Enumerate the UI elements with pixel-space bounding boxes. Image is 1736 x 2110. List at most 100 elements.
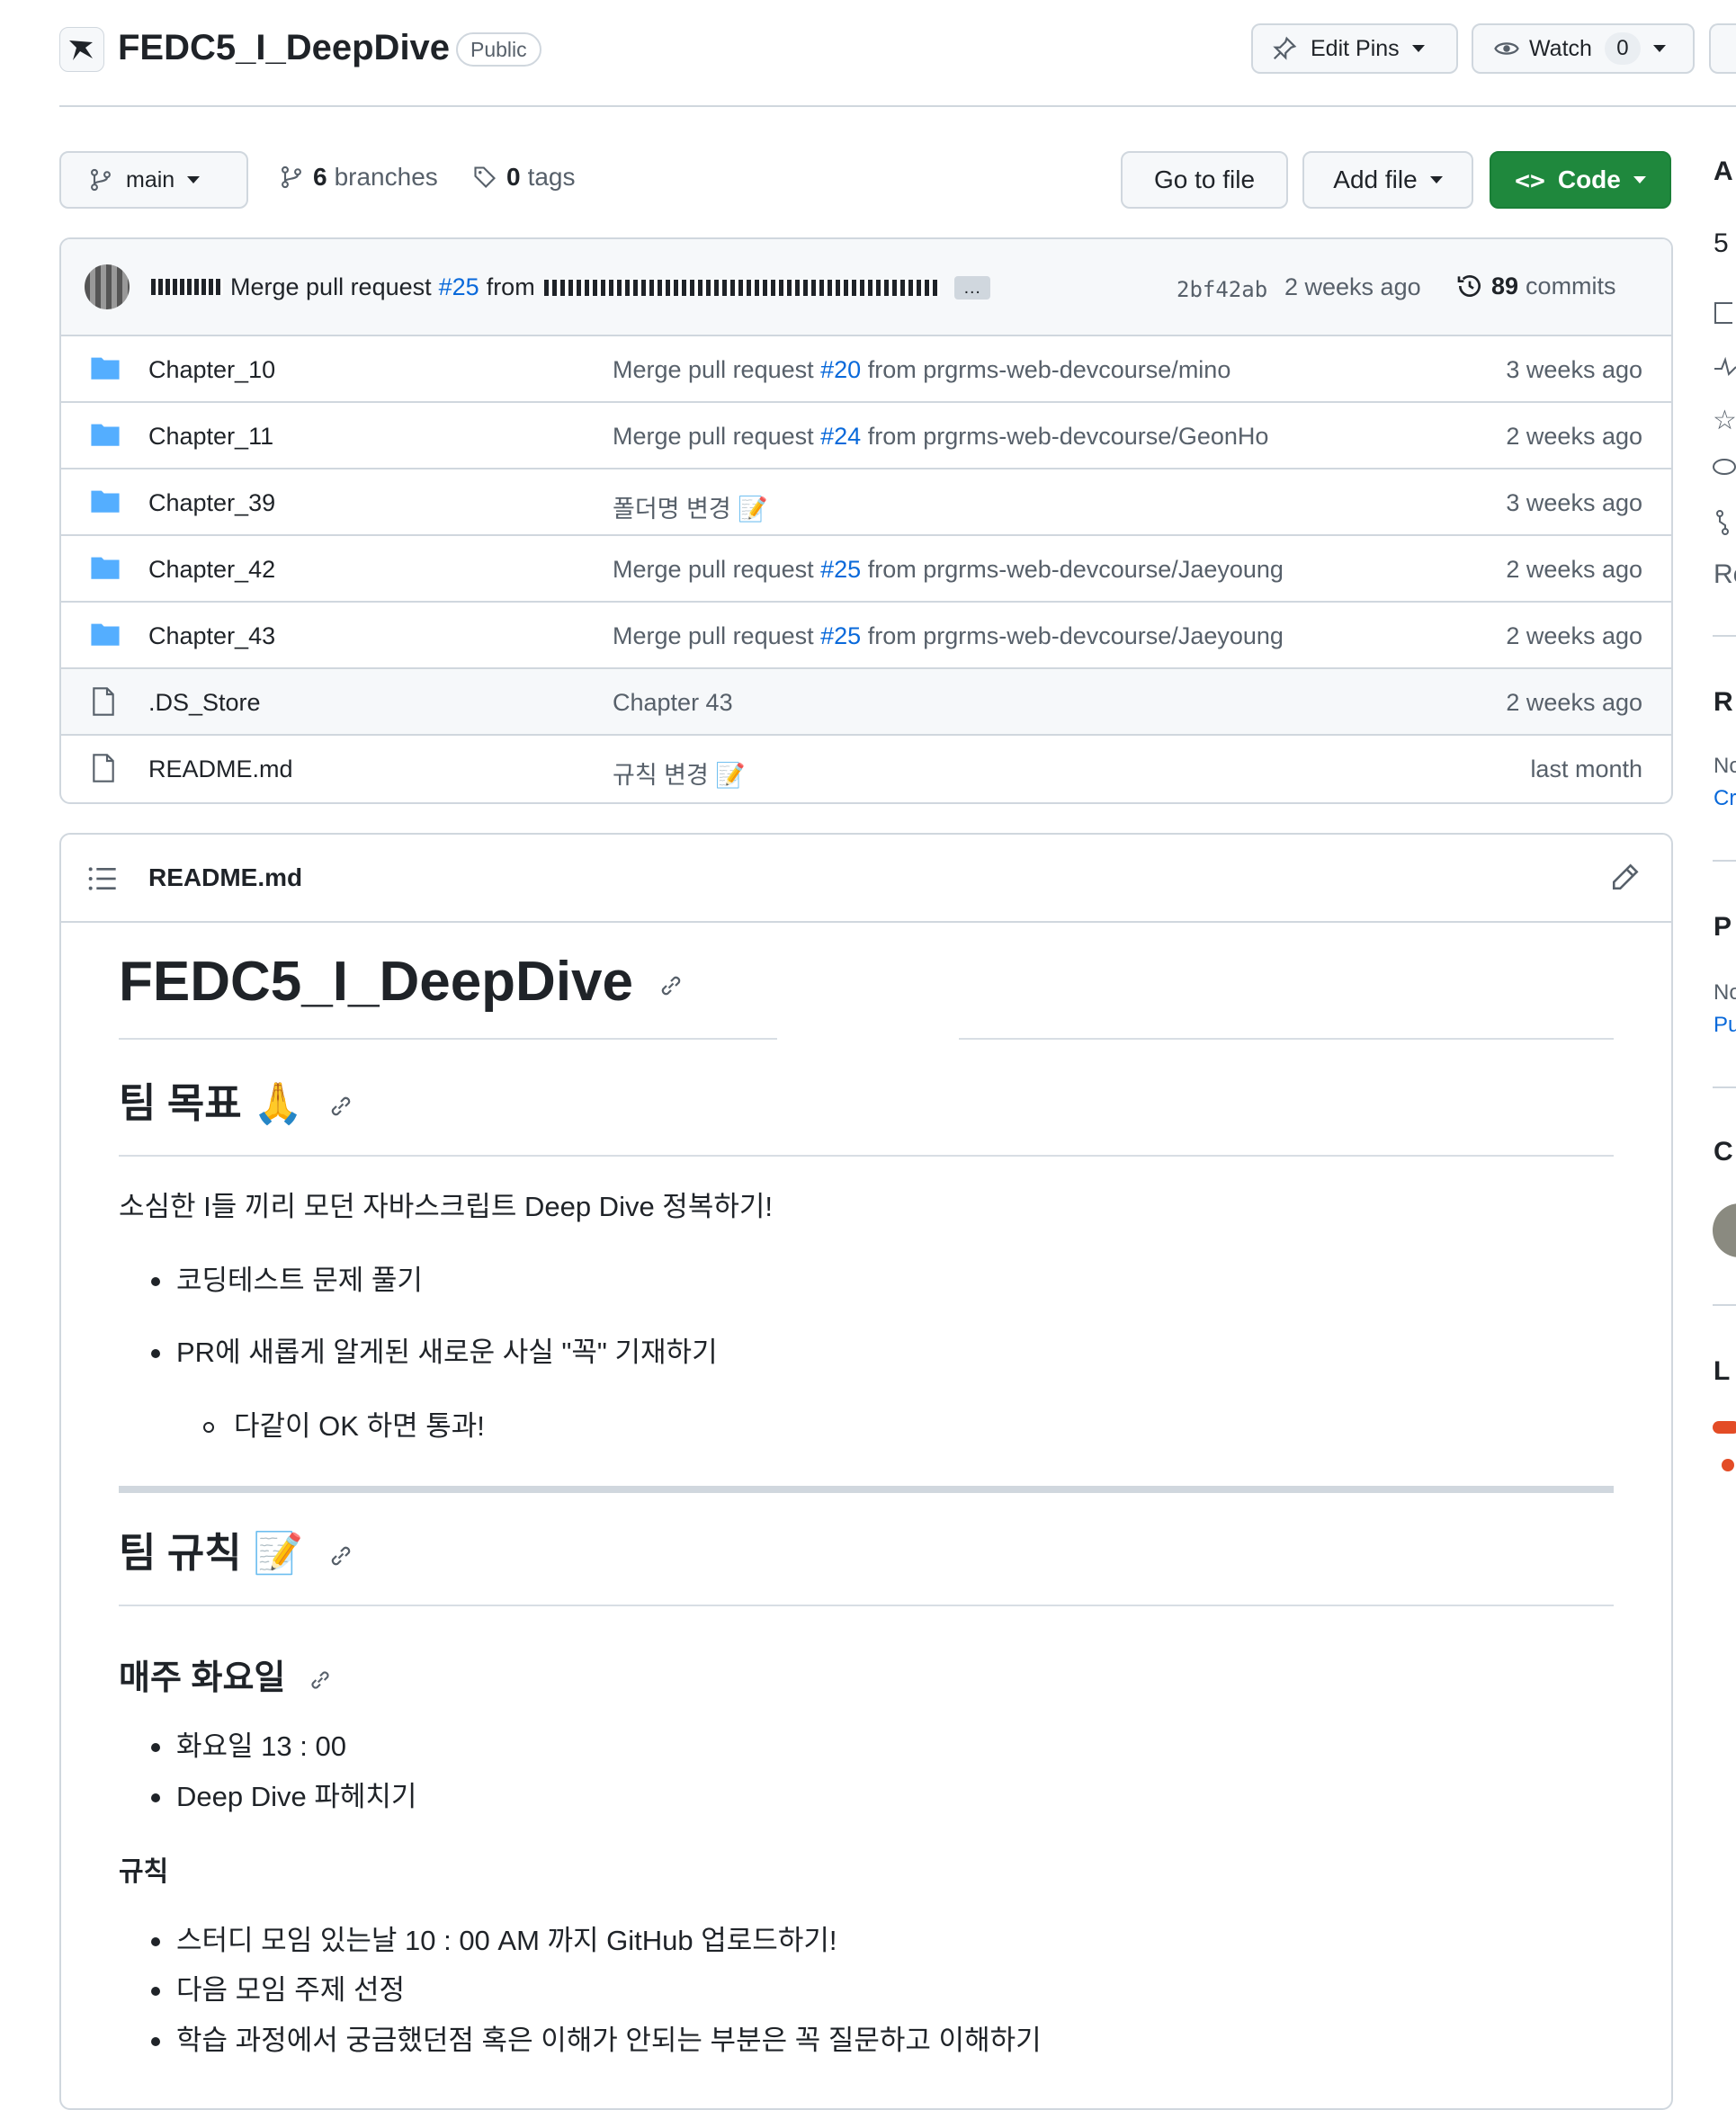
- file-row[interactable]: Chapter_39 폴더명 변경 📝 3 weeks ago: [61, 469, 1671, 536]
- tags-link[interactable]: 0 tags: [472, 163, 576, 192]
- eye-icon: [1494, 42, 1519, 55]
- anchor-link-icon[interactable]: [327, 1542, 354, 1569]
- rules-heading-text: 팀 규칙 📝: [119, 1530, 304, 1576]
- fork-icon: [1714, 509, 1736, 536]
- bullet: [151, 1277, 160, 1286]
- report-link-partial[interactable]: Re: [1714, 559, 1736, 590]
- commit-message-text: 폴더명 변경 📝: [613, 496, 768, 523]
- folder-icon: [91, 357, 120, 380]
- activity-icon: [1714, 356, 1736, 378]
- no-packages-text: No: [1714, 980, 1736, 1005]
- file-name[interactable]: Chapter_42: [148, 556, 275, 584]
- file-name[interactable]: Chapter_43: [148, 622, 275, 650]
- commit-pr-link[interactable]: #25: [439, 273, 479, 301]
- add-file-button[interactable]: Add file: [1302, 151, 1473, 209]
- title-underline: [119, 1038, 777, 1040]
- file-commit-message[interactable]: Merge pull request #20 from prgrms-web-d…: [613, 356, 1230, 384]
- anchor-link-icon[interactable]: [658, 972, 685, 999]
- file-commit-message[interactable]: Merge pull request #25 from prgrms-web-d…: [613, 622, 1284, 650]
- pin-icon: [1273, 36, 1297, 60]
- file-name[interactable]: Chapter_11: [148, 423, 273, 451]
- watch-label: Watch: [1529, 35, 1592, 61]
- pr-link[interactable]: #20: [820, 356, 861, 383]
- file-row[interactable]: Chapter_11 Merge pull request #24 from pr…: [61, 403, 1671, 469]
- file-name[interactable]: README.md: [148, 755, 293, 783]
- commit-branch-redacted: [543, 279, 940, 296]
- weekly-item: 화요일 13 : 00: [176, 1730, 346, 1762]
- committer-avatar[interactable]: [85, 264, 130, 309]
- pr-link[interactable]: #25: [820, 556, 861, 583]
- languages-heading-partial: L: [1714, 1356, 1731, 1386]
- heading-underline: [119, 1605, 1614, 1606]
- readme-header: README.md: [61, 835, 1671, 923]
- repo-owner-avatar[interactable]: [59, 27, 104, 72]
- chevron-down-icon: [1652, 45, 1666, 52]
- file-commit-message[interactable]: 폴더명 변경 📝: [613, 489, 768, 524]
- readme-title: FEDC5_I_DeepDive: [119, 950, 1614, 1014]
- file-row[interactable]: Chapter_10 Merge pull request #20 from pr…: [61, 336, 1671, 403]
- file-name[interactable]: Chapter_10: [148, 356, 275, 384]
- folder-icon: [91, 623, 120, 646]
- rules-heading: 팀 규칙 📝: [119, 1520, 1614, 1578]
- latest-commit-message[interactable]: Merge pull request #25 from …: [230, 273, 990, 301]
- chevron-down-icon: [187, 176, 201, 183]
- file-row[interactable]: .DS_Store Chapter 43 2 weeks ago: [61, 669, 1671, 736]
- code-button[interactable]: <> Code: [1490, 151, 1671, 209]
- commits-count: 89: [1491, 272, 1519, 300]
- pr-link[interactable]: #24: [820, 423, 861, 450]
- heading-underline: [119, 1155, 1614, 1157]
- readme-filename[interactable]: README.md: [148, 863, 302, 892]
- folder-icon: [91, 424, 120, 446]
- file-commit-message[interactable]: Merge pull request #24 from prgrms-web-d…: [613, 423, 1268, 451]
- goal-text: 소심한 I들 끼리 모던 자바스크립트 Deep Dive 정복하기!: [119, 1191, 773, 1222]
- git-branch-icon: [282, 165, 301, 189]
- pr-link[interactable]: #25: [820, 622, 861, 649]
- fork-button-partial[interactable]: [1709, 23, 1736, 74]
- file-commit-message[interactable]: Merge pull request #25 from prgrms-web-d…: [613, 556, 1284, 584]
- contributor-avatar[interactable]: [1713, 1203, 1736, 1257]
- file-name[interactable]: Chapter_39: [148, 489, 275, 517]
- code-icon: <>: [1515, 165, 1545, 195]
- contributors-heading-partial: C: [1714, 1137, 1733, 1167]
- about-heading-partial: A: [1714, 156, 1733, 186]
- file-commit-time: last month: [1530, 755, 1642, 782]
- branches-link[interactable]: 6 branches: [279, 163, 438, 192]
- edit-pins-button[interactable]: Edit Pins: [1251, 23, 1458, 74]
- list-unordered-icon[interactable]: [88, 865, 117, 892]
- expand-commit-button[interactable]: …: [953, 275, 990, 300]
- packages-heading-partial: P: [1714, 912, 1732, 942]
- anchor-link-icon[interactable]: [327, 1093, 354, 1120]
- publish-package-link[interactable]: Pu: [1714, 1013, 1736, 1038]
- watch-button[interactable]: Watch 0: [1472, 23, 1695, 74]
- chevron-down-icon: [1429, 176, 1443, 183]
- rule-item: 다음 모임 주제 선정: [176, 1974, 405, 2006]
- releases-heading-partial: R: [1714, 687, 1733, 717]
- repo-name[interactable]: FEDC5_I_DeepDive: [118, 28, 450, 68]
- commit-message-text: Chapter 43: [613, 689, 733, 716]
- goal-heading: 팀 목표 🙏: [119, 1070, 1614, 1129]
- commits-link[interactable]: 89 commits: [1455, 272, 1616, 300]
- horizontal-rule: [119, 1486, 1614, 1493]
- chevron-down-icon: [1633, 176, 1646, 183]
- bullet: [151, 1987, 160, 1996]
- file-commit-message[interactable]: Chapter 43: [613, 689, 733, 717]
- file-commit-message[interactable]: 규칙 변경 📝: [613, 755, 746, 791]
- chevron-down-icon: [1411, 45, 1425, 52]
- file-row[interactable]: Chapter_43 Merge pull request #25 from pr…: [61, 603, 1671, 669]
- anchor-link-icon[interactable]: [308, 1667, 333, 1693]
- weekly-item: Deep Dive 파헤치기: [176, 1781, 417, 1812]
- file-name[interactable]: .DS_Store: [148, 689, 261, 717]
- file-row[interactable]: README.md 규칙 변경 📝 last month: [61, 736, 1671, 802]
- commit-sha[interactable]: 2bf42ab: [1177, 277, 1267, 302]
- create-release-link[interactable]: Cr: [1714, 786, 1736, 811]
- file-row[interactable]: Chapter_42 Merge pull request #25 from pr…: [61, 536, 1671, 603]
- sidebar-divider: [1713, 635, 1736, 637]
- pencil-edit-icon[interactable]: [1610, 862, 1641, 892]
- file-commit-time: 3 weeks ago: [1506, 489, 1642, 516]
- rule-item: 스터디 모임 있는날 10 : 00 AM 까지 GitHub 업로드하기!: [176, 1925, 837, 1956]
- branch-selector[interactable]: main: [59, 151, 248, 209]
- go-to-file-button[interactable]: Go to file: [1121, 151, 1288, 209]
- commit-message-suffix: from prgrms-web-devcourse/GeonHo: [867, 423, 1269, 450]
- folder-icon: [91, 557, 120, 579]
- folder-icon: [91, 490, 120, 513]
